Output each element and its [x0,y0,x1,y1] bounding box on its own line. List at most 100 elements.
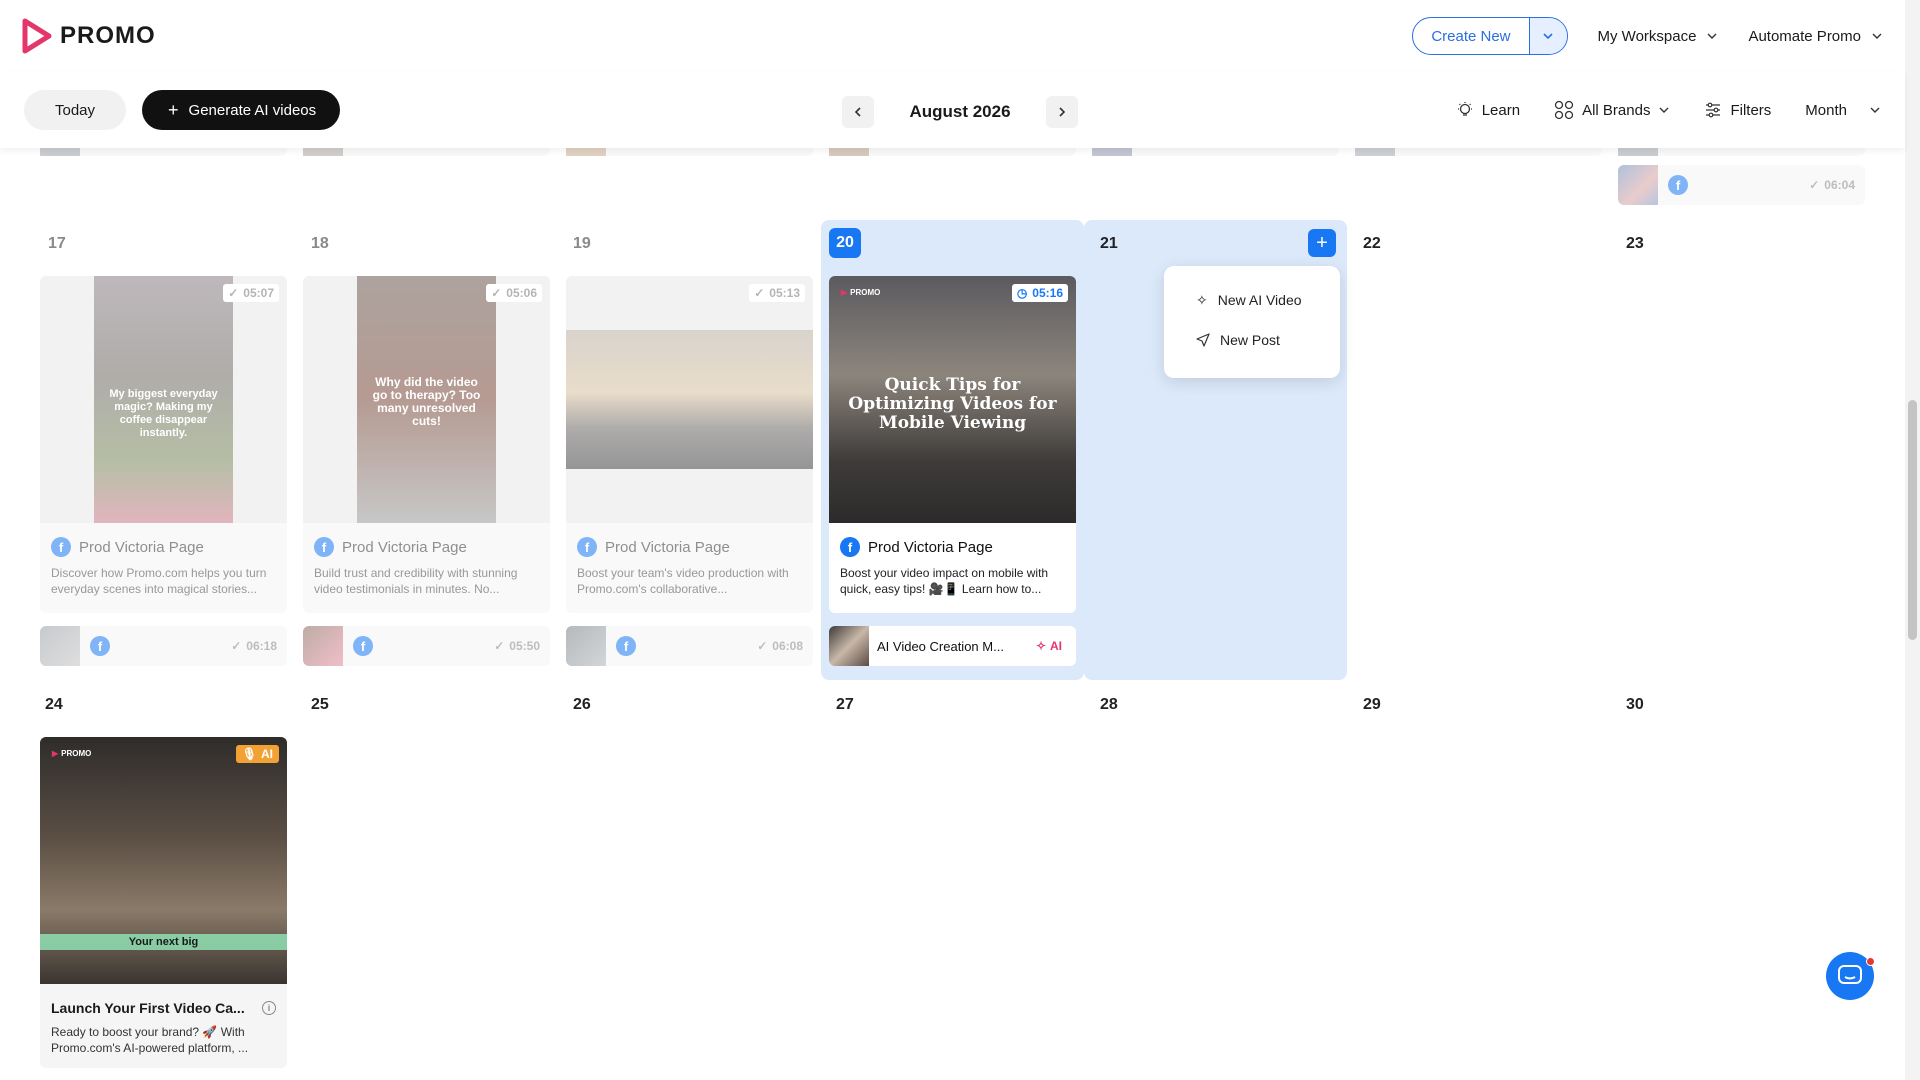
workspace-dropdown[interactable]: My Workspace [1598,28,1719,45]
info-icon[interactable]: i [262,1001,276,1015]
add-post-icon[interactable]: + [1308,229,1336,257]
calendar-toolbar: Today + Generate AI videos August 2026 L… [0,72,1905,148]
menu-item-new-post[interactable]: New Post [1164,320,1340,360]
top-bar: PROMO Create New My Workspace Automate P… [0,0,1905,72]
learn-button[interactable]: Learn [1456,101,1520,119]
post-description: Discover how Promo.com helps you turn ev… [51,566,267,596]
post-card[interactable]: My biggest everyday magic? Making my cof… [40,276,287,613]
day-number: 29 [1363,696,1381,713]
post-thumbnail: ▶ PROMO Quick Tips for Optimizing Videos … [829,276,1076,523]
facebook-icon: f [616,636,636,656]
post-time: 05:13 [769,286,800,300]
calendar-grid: f ✓ 06:04 17 18 19 20 21 + 22 23 My bigge… [0,148,1905,1080]
post-caption: Why did the video go to therapy? Too man… [372,375,481,428]
scheduled-post-mini[interactable]: f ✓ 06:18 [40,626,287,666]
filters-button[interactable]: Filters [1704,101,1771,119]
page-name: Prod Victoria Page [79,538,204,556]
new-content-menu: ✧ New AI Video New Post [1164,266,1340,378]
current-month: August 2026 [909,102,1011,121]
page-row: f Prod Victoria Page [303,523,550,565]
today-button[interactable]: Today [24,90,127,130]
view-dropdown[interactable]: Month [1805,102,1881,119]
watermark-text: PROMO [61,749,92,758]
brands-dropdown[interactable]: All Brands [1554,100,1670,120]
day-number: 18 [311,235,329,252]
post-time-badge: ◷ 05:16 [1011,284,1068,302]
lightbulb-icon [1457,102,1472,116]
promo-logo[interactable]: PROMO [22,18,156,54]
promo-watermark: ▶ PROMO [841,288,881,297]
chevron-down-icon [1870,107,1880,113]
check-icon: ✓ [1809,178,1820,192]
post-time: ✓ 06:04 [1809,178,1855,192]
post-thumbnail: My biggest everyday magic? Making my cof… [40,276,287,523]
ai-video-card[interactable]: ▶ PROMO Your next big 🎙 AI Launch Your Fir… [40,737,287,1068]
microphone-icon: 🎙 [241,747,257,761]
facebook-icon: f [51,537,71,557]
sparkle-icon: ✧ [1196,291,1208,308]
today-day-number: 20 [829,228,861,258]
post-card[interactable]: Why did the video go to therapy? Too man… [303,276,550,613]
post-caption: My biggest everyday magic? Making my cof… [109,388,218,439]
menu-item-label: New Post [1220,332,1280,348]
notification-dot [1866,957,1875,966]
post-card[interactable]: ✓ 05:13 f Prod Victoria Page Boost your te… [566,276,813,613]
check-icon: ✓ [757,639,768,653]
check-icon: ✓ [754,286,765,300]
chevron-left-icon [854,107,861,117]
day-number: 26 [573,696,591,713]
post-thumbnail [40,626,80,666]
ai-badge: 🎙 AI [235,745,279,763]
prev-month-button[interactable] [842,96,874,128]
plus-icon: + [168,100,179,120]
post-thumbnail: ▶ PROMO Your next big 🎙 AI [40,737,287,984]
post-time-value: 06:18 [246,639,277,653]
automate-label: Automate Promo [1748,27,1861,45]
next-month-button[interactable] [1046,96,1078,128]
check-icon: ✓ [494,639,505,653]
scheduled-post-mini[interactable]: f ✓ 06:04 [1618,165,1865,205]
post-time: 05:06 [506,286,537,300]
brands-grid-icon [1554,100,1574,120]
post-thumbnail [829,626,869,666]
month-navigator: August 2026 [842,96,1078,128]
post-description: Build trust and credibility with stunnin… [314,566,518,596]
scheduled-post-mini[interactable]: f ✓ 06:08 [566,626,813,666]
create-new-button[interactable]: Create New [1412,17,1568,55]
ai-card-title-row: Launch Your First Video Ca... i [40,984,287,1024]
ai-video-mini[interactable]: AI Video Creation M... ✧ AI [829,626,1076,666]
post-time-badge: ✓ 05:13 [749,284,805,302]
post-thumbnail [303,626,343,666]
chevron-right-icon [1059,107,1066,117]
filters-icon [1706,102,1721,118]
page-row: f Prod Victoria Page [829,523,1076,565]
vertical-scrollbar[interactable] [1905,0,1920,1080]
menu-item-new-ai-video[interactable]: ✧ New AI Video [1164,280,1340,320]
promo-logo-icon [22,18,52,54]
post-time: ✓ 06:18 [231,639,277,653]
check-icon: ✓ [231,639,242,653]
chevron-down-icon [1872,33,1882,39]
post-time: ✓ 05:50 [494,639,540,653]
post-time-value: 06:04 [1824,178,1855,192]
post-thumbnail [566,626,606,666]
chevron-down-icon [1707,33,1717,39]
automate-dropdown[interactable]: Automate Promo [1748,28,1883,45]
facebook-icon: f [1668,175,1688,195]
post-thumbnail: Why did the video go to therapy? Too man… [303,276,550,523]
post-card-active[interactable]: ▶ PROMO Quick Tips for Optimizing Videos … [829,276,1076,613]
post-thumbnail: ✓ 05:13 [566,276,813,523]
page-row: f Prod Victoria Page [40,523,287,565]
view-label: Month [1805,101,1847,119]
scheduled-post-mini[interactable]: f ✓ 05:50 [303,626,550,666]
ai-tag-label: AI [1050,639,1062,653]
send-icon [1196,333,1210,347]
scrollbar-thumb[interactable] [1908,400,1917,640]
generate-ai-videos-button[interactable]: + Generate AI videos [142,90,341,130]
create-new-dropdown-icon[interactable] [1528,18,1567,54]
page-name: Prod Victoria Page [605,538,730,556]
facebook-icon: f [353,636,373,656]
post-time-value: 05:50 [509,639,540,653]
create-new-label: Create New [1431,27,1511,45]
day-number: 27 [836,696,854,713]
